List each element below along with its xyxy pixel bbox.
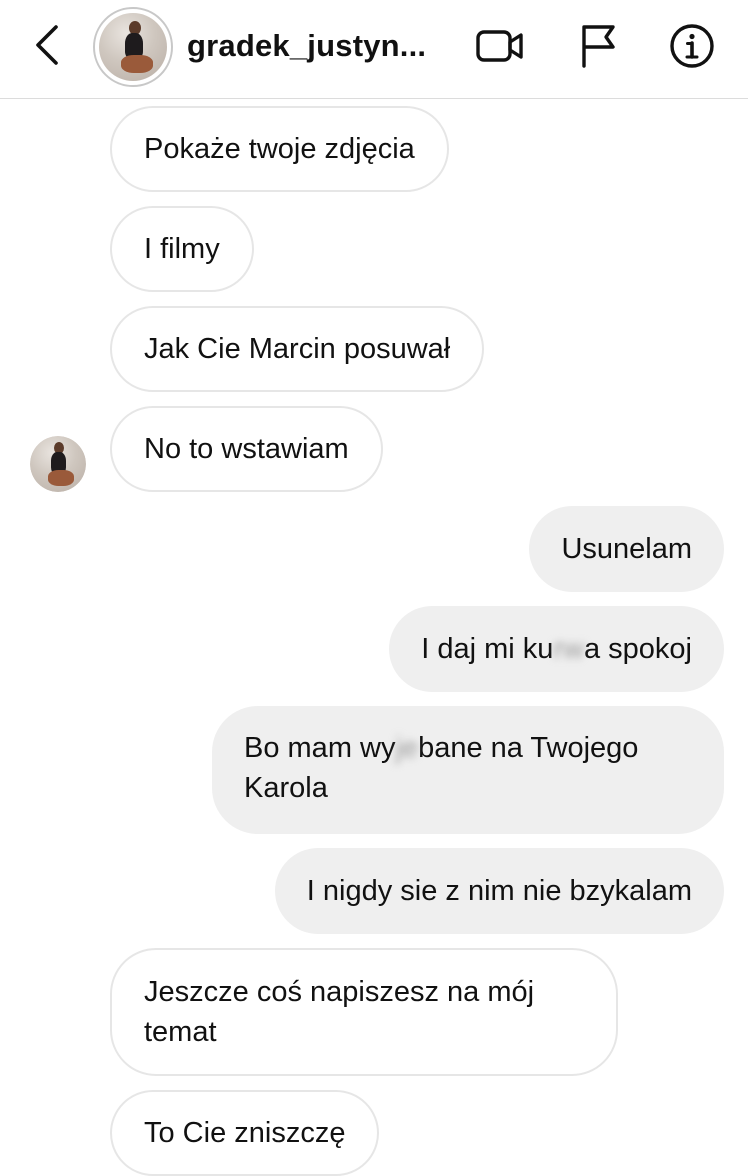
info-icon [670, 24, 714, 68]
message-bubble-incoming[interactable]: Jeszcze coś napiszesz na mój temat [110, 948, 618, 1076]
message-bubble-outgoing[interactable]: I daj mi kurwa spokoj [389, 606, 724, 692]
message-text: Pokaże twoje zdjęcia [144, 133, 415, 165]
message-text: I nigdy sie z nim nie bzykalam [306, 875, 692, 907]
message-bubble-outgoing[interactable]: Usunelam [529, 506, 724, 592]
message-text-part: I daj mi ku [421, 633, 554, 665]
message-text-part: a spokoj [583, 633, 692, 665]
censored-text: rw [553, 633, 584, 665]
sender-avatar[interactable] [30, 436, 86, 492]
message-bubble-outgoing[interactable]: I nigdy sie z nim nie bzykalam [274, 848, 724, 934]
message-text: I filmy [144, 233, 220, 265]
message-text-part: Bo mam wy [244, 732, 396, 764]
message-bubble-incoming[interactable]: Pokaże twoje zdjęcia [110, 106, 449, 192]
chat-header: gradek_justyn... [0, 0, 748, 99]
info-button[interactable] [666, 20, 718, 72]
message-bubble-incoming[interactable]: To Cie zniszczę [110, 1090, 380, 1176]
chevron-left-icon [36, 25, 58, 65]
message-text: To Cie zniszczę [144, 1117, 346, 1149]
message-text: No to wstawiam [144, 433, 349, 465]
profile-photo [99, 13, 167, 81]
chat-username[interactable]: gradek_justyn... [187, 22, 426, 70]
message-text: I daj mi kurwa spokoj [421, 629, 692, 669]
report-button[interactable] [572, 20, 624, 72]
message-bubble-incoming[interactable]: I filmy [110, 206, 254, 292]
video-camera-icon [476, 30, 523, 62]
censored-text: je [395, 732, 419, 764]
message-text: Jak Cie Marcin posuwał [144, 333, 451, 365]
profile-avatar[interactable] [93, 7, 173, 87]
message-bubble-outgoing[interactable]: Bo mam wyjebane na Twojego Karola [212, 706, 724, 834]
back-button[interactable] [26, 22, 66, 68]
video-call-button[interactable] [474, 20, 526, 72]
message-text: Bo mam wyjebane na Twojego Karola [244, 728, 692, 808]
sender-photo [30, 436, 86, 492]
message-bubble-incoming[interactable]: Jak Cie Marcin posuwał [110, 306, 485, 392]
message-text: Jeszcze coś napiszesz na mój temat [144, 976, 535, 1048]
message-bubble-incoming[interactable]: No to wstawiam [110, 406, 383, 492]
flag-icon [582, 25, 615, 68]
message-text: Usunelam [561, 533, 692, 565]
